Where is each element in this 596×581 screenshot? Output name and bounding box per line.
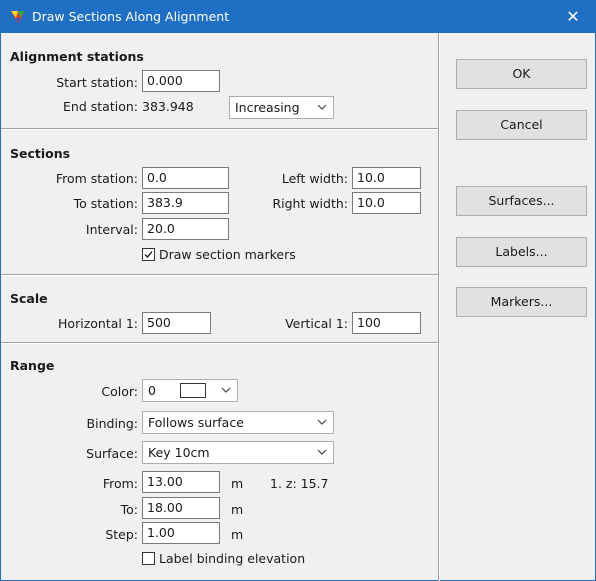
range-to-label: To:	[120, 502, 138, 517]
divider	[1, 128, 439, 130]
divider	[1, 342, 439, 344]
right-width-input[interactable]: 10.0	[352, 192, 421, 214]
left-width-input[interactable]: 10.0	[352, 167, 421, 189]
sections-heading: Sections	[10, 146, 71, 161]
start-station-label: Start station:	[56, 75, 138, 90]
to-station-label: To station:	[73, 196, 138, 211]
direction-select[interactable]: Increasing	[229, 96, 334, 119]
end-station-label: End station:	[63, 99, 138, 114]
dialog-window: Draw Sections Along Alignment ✕ Alignmen…	[0, 0, 596, 581]
surfaces-button[interactable]: Surfaces...	[456, 186, 587, 216]
cancel-button[interactable]: Cancel	[456, 110, 587, 140]
surface-value: Key 10cm	[148, 445, 210, 460]
range-from-input[interactable]: 13.00	[142, 471, 220, 493]
from-station-label: From station:	[55, 171, 138, 186]
right-width-label: Right width:	[272, 196, 348, 211]
interval-label: Interval:	[85, 222, 138, 237]
close-icon[interactable]: ✕	[551, 1, 595, 33]
chevron-down-icon	[317, 419, 327, 425]
divider	[1, 274, 439, 276]
to-station-input[interactable]: 383.9	[142, 192, 229, 214]
range-to-input[interactable]: 18.00	[142, 497, 220, 519]
end-station-value: 383.948	[142, 99, 194, 114]
color-swatch	[180, 383, 206, 398]
draw-section-markers-label[interactable]: Draw section markers	[159, 247, 296, 262]
pane-divider	[438, 33, 440, 581]
color-label: Color:	[101, 384, 138, 399]
checkmark-icon	[144, 251, 153, 258]
range-from-unit: m	[231, 476, 244, 491]
app-logo-icon	[11, 11, 25, 24]
z-readout: 1. z: 15.7	[270, 476, 329, 491]
range-to-unit: m	[231, 502, 244, 517]
direction-value: Increasing	[235, 100, 300, 115]
vertical-scale-input[interactable]: 100	[352, 312, 421, 334]
scale-heading: Scale	[10, 291, 48, 306]
interval-input[interactable]: 20.0	[142, 218, 229, 240]
binding-value: Follows surface	[148, 415, 244, 430]
horizontal-scale-input[interactable]: 500	[142, 312, 211, 334]
color-select[interactable]: 0	[142, 379, 238, 402]
binding-select[interactable]: Follows surface	[142, 411, 334, 434]
left-width-label: Left width:	[281, 171, 348, 186]
title-bar: Draw Sections Along Alignment ✕	[1, 1, 595, 33]
vertical-scale-label: Vertical 1:	[285, 316, 348, 331]
range-heading: Range	[10, 358, 55, 373]
ok-button[interactable]: OK	[456, 59, 587, 89]
from-station-input[interactable]: 0.0	[142, 167, 229, 189]
binding-label: Binding:	[86, 416, 138, 431]
draw-section-markers-checkbox[interactable]	[142, 248, 155, 261]
alignment-stations-heading: Alignment stations	[10, 49, 144, 64]
label-binding-elevation-label[interactable]: Label binding elevation	[159, 551, 305, 566]
markers-button[interactable]: Markers...	[456, 287, 587, 317]
chevron-down-icon	[317, 449, 327, 455]
labels-button[interactable]: Labels...	[456, 237, 587, 267]
horizontal-scale-label: Horizontal 1:	[58, 316, 138, 331]
range-step-input[interactable]: 1.00	[142, 522, 220, 544]
chevron-down-icon	[317, 104, 327, 110]
range-step-label: Step:	[105, 527, 138, 542]
surface-label: Surface:	[86, 446, 138, 461]
window-title: Draw Sections Along Alignment	[32, 9, 230, 24]
surface-select[interactable]: Key 10cm	[142, 441, 334, 464]
label-binding-elevation-checkbox[interactable]	[142, 552, 155, 565]
chevron-down-icon	[221, 387, 231, 393]
settings-pane: Alignment stations Start station: 0.000 …	[1, 33, 439, 581]
start-station-input[interactable]: 0.000	[142, 70, 220, 92]
color-value: 0	[148, 383, 156, 398]
range-step-unit: m	[231, 527, 244, 542]
range-from-label: From:	[102, 476, 138, 491]
